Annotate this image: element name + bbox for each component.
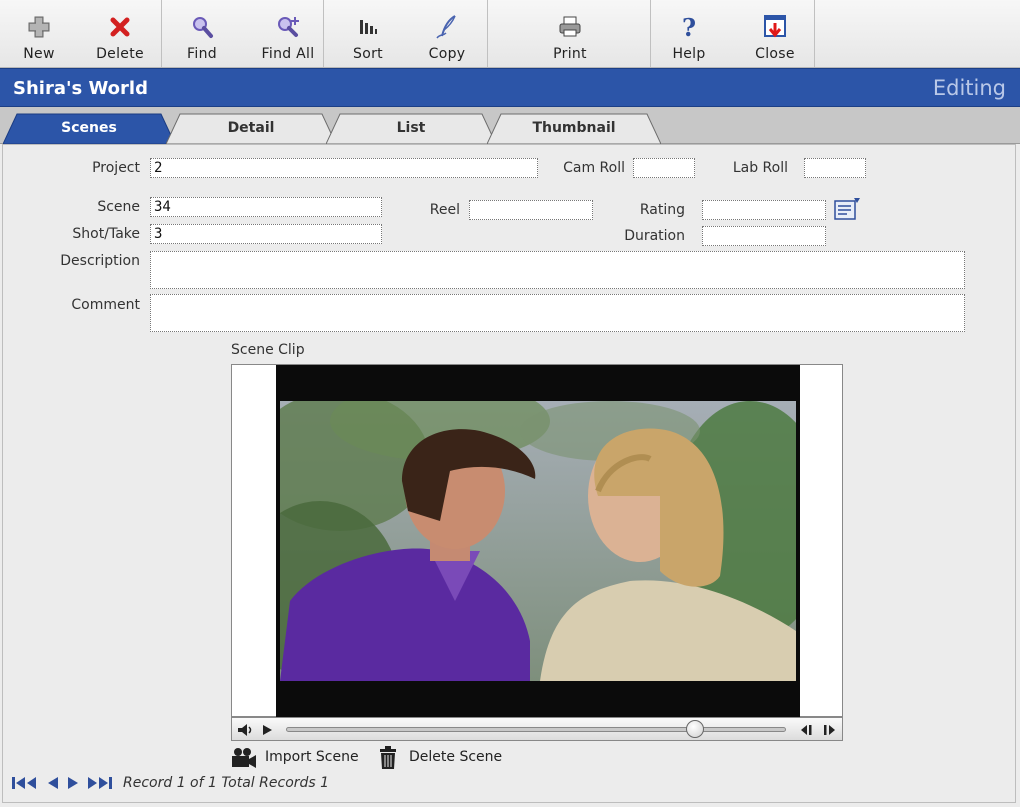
help-button[interactable]: ? Help (656, 0, 722, 67)
value-list-icon[interactable] (833, 196, 863, 224)
find-all-button[interactable]: Find All (248, 0, 328, 67)
duration-label: Duration (624, 228, 685, 244)
copy-label: Copy (428, 46, 466, 62)
tab-list[interactable]: List (326, 113, 496, 144)
find-button[interactable]: Find (166, 0, 238, 67)
magnifier-plus-icon (278, 17, 299, 37)
trash-icon (380, 746, 396, 769)
plus-icon (28, 16, 50, 38)
play-icon[interactable] (260, 723, 274, 737)
reel-field[interactable] (469, 200, 593, 220)
delete-scene-label: Delete Scene (409, 749, 503, 765)
project-label: Project (92, 160, 140, 176)
project-field[interactable]: 2 (150, 158, 538, 178)
scene-still-image (280, 401, 796, 681)
print-label: Print (553, 46, 587, 62)
tab-detail-label: Detail (227, 120, 275, 136)
close-button[interactable]: Close (740, 0, 810, 67)
question-icon: ? (682, 14, 696, 40)
tab-scenes-label: Scenes (61, 120, 117, 136)
last-record-icon[interactable] (85, 776, 113, 790)
sort-label: Sort (353, 46, 383, 62)
scene-field[interactable]: 34 (150, 197, 382, 217)
first-record-icon[interactable] (11, 776, 39, 790)
video-player[interactable] (231, 364, 843, 718)
printer-icon (559, 16, 581, 37)
description-label: Description (60, 253, 140, 269)
title-bar: Shira's World Editing (0, 68, 1020, 107)
tab-list-label: List (396, 120, 426, 136)
delete-button[interactable]: Delete (84, 0, 156, 67)
reel-label: Reel (429, 202, 460, 218)
new-label: New (23, 46, 55, 62)
seek-track[interactable] (286, 720, 786, 738)
video-letterbox (276, 365, 800, 718)
quill-icon (436, 15, 456, 39)
close-window-icon (764, 15, 786, 38)
import-scene-label: Import Scene (265, 749, 359, 765)
comment-label: Comment (71, 297, 140, 313)
lab-roll-field[interactable] (804, 158, 866, 178)
rating-field[interactable] (702, 200, 826, 220)
toolbar: New Delete Find Find All Sort Copy Print… (0, 0, 1020, 68)
mode-indicator: Editing (932, 76, 1006, 100)
video-controls (231, 717, 843, 741)
tab-thumbnail[interactable]: Thumbnail (487, 113, 661, 144)
step-forward-icon[interactable] (822, 723, 838, 737)
record-status: Record 1 of 1 Total Records 1 (123, 775, 330, 791)
shot-take-label: Shot/Take (72, 226, 140, 242)
close-label: Close (755, 46, 795, 62)
magnifier-icon (193, 17, 213, 38)
film-camera-icon (232, 748, 256, 768)
seek-slider-handle[interactable] (686, 720, 705, 738)
video-frame (280, 401, 796, 681)
new-button[interactable]: New (4, 0, 74, 67)
scene-clip-label: Scene Clip (231, 342, 305, 358)
sort-button[interactable]: Sort (334, 0, 402, 67)
tab-scenes[interactable]: Scenes (3, 113, 175, 144)
cam-roll-label: Cam Roll (563, 160, 625, 176)
step-back-icon[interactable] (798, 723, 814, 737)
svg-text:?: ? (682, 14, 696, 40)
scene-label: Scene (97, 199, 140, 215)
cam-roll-field[interactable] (633, 158, 695, 178)
find-label: Find (187, 46, 217, 62)
next-record-icon[interactable] (65, 776, 81, 790)
copy-button[interactable]: Copy (412, 0, 482, 67)
volume-icon[interactable] (237, 722, 253, 738)
page-title: Shira's World (13, 78, 148, 99)
find-all-label: Find All (261, 46, 315, 62)
delete-scene-button[interactable]: Delete Scene (378, 744, 528, 774)
delete-label: Delete (96, 46, 144, 62)
shot-take-field[interactable]: 3 (150, 224, 382, 244)
bars-sort-icon (360, 20, 377, 34)
help-label: Help (672, 46, 706, 62)
import-scene-button[interactable]: Import Scene (229, 744, 379, 774)
tab-strip: Scenes Detail List Thumbnail (0, 107, 1020, 144)
x-icon (110, 17, 130, 37)
duration-field[interactable] (702, 226, 826, 246)
tab-detail[interactable]: Detail (166, 113, 336, 144)
comment-field[interactable] (150, 294, 965, 332)
previous-record-icon[interactable] (45, 776, 61, 790)
rating-label: Rating (639, 202, 685, 218)
description-field[interactable] (150, 251, 965, 289)
lab-roll-label: Lab Roll (732, 160, 788, 176)
tab-thumbnail-label: Thumbnail (532, 120, 616, 136)
print-button[interactable]: Print (532, 0, 608, 67)
